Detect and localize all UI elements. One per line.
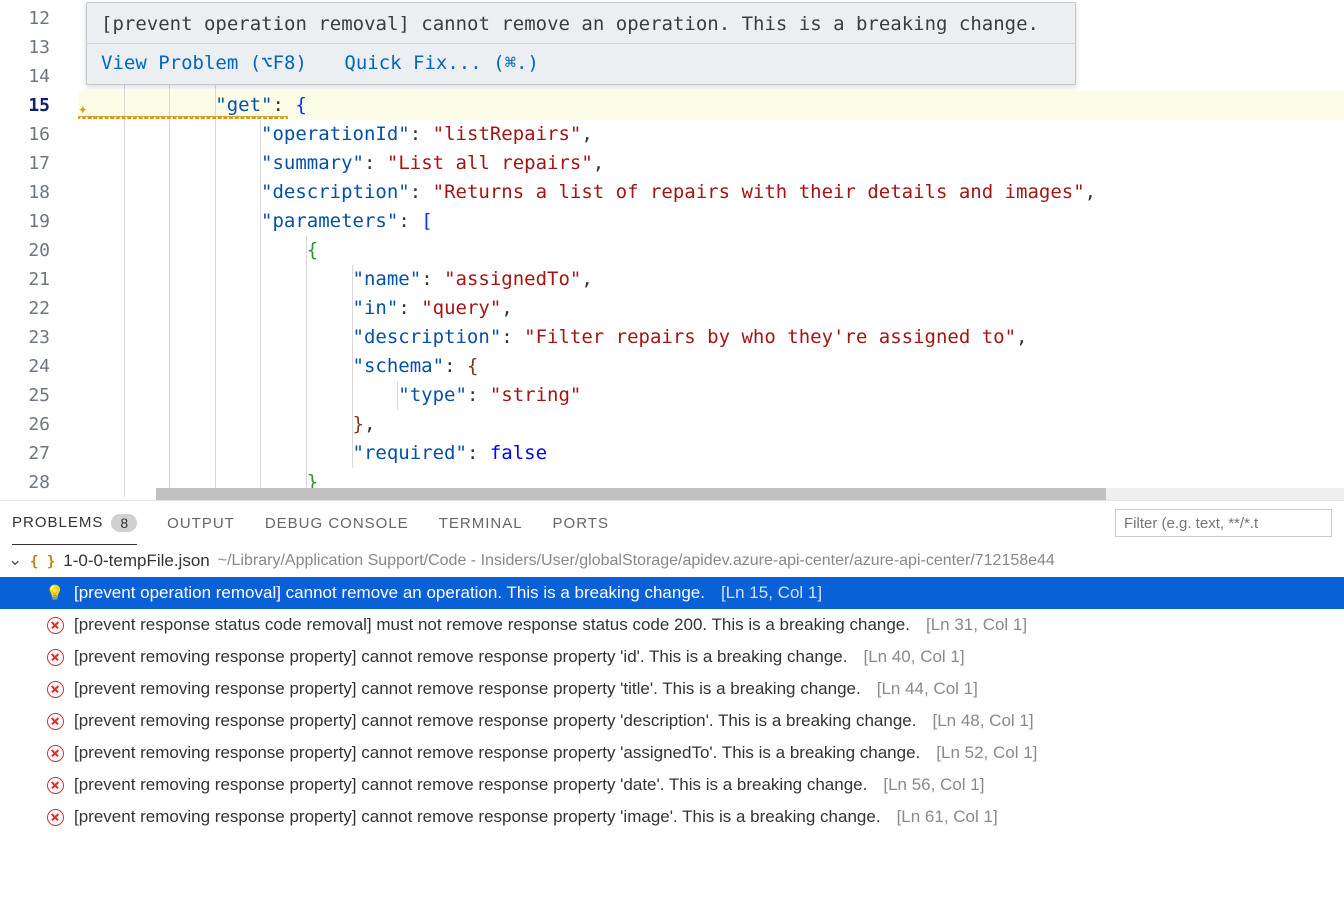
line-number: 14 <box>0 62 50 91</box>
error-icon <box>47 681 64 698</box>
line-number: 25 <box>0 381 50 410</box>
problems-file-path: ~/Library/Application Support/Code - Ins… <box>218 552 1055 570</box>
problem-message: [prevent removing response property] can… <box>74 679 861 699</box>
problems-filter-input[interactable] <box>1115 509 1332 537</box>
code-line[interactable]: "type": "string" <box>78 381 1344 410</box>
code-line[interactable]: "parameters": [ <box>78 207 1344 236</box>
line-number: 19 <box>0 207 50 236</box>
tab-problems[interactable]: PROBLEMS 8 <box>12 501 137 545</box>
json-file-icon <box>30 553 55 570</box>
code-line[interactable]: "description": "Filter repairs by who th… <box>78 323 1344 352</box>
problems-list: ⌄ 1-0-0-tempFile.json ~/Library/Applicat… <box>0 545 1344 904</box>
tooltip-message: [prevent operation removal] cannot remov… <box>87 3 1075 43</box>
problem-message: [prevent removing response property] can… <box>74 807 881 827</box>
line-number: 28 <box>0 468 50 497</box>
problem-location: [Ln 40, Col 1] <box>863 647 964 667</box>
line-number: 20 <box>0 236 50 265</box>
error-icon <box>47 745 64 762</box>
line-number: 15 <box>0 91 50 120</box>
line-number: 17 <box>0 149 50 178</box>
error-icon <box>47 713 64 730</box>
problem-row[interactable]: [prevent removing response property] can… <box>0 673 1344 705</box>
problem-location: [Ln 31, Col 1] <box>926 615 1027 635</box>
problem-location: [Ln 48, Col 1] <box>932 711 1033 731</box>
problem-message: [prevent removing response property] can… <box>74 775 867 795</box>
problem-message: [prevent removing response property] can… <box>74 743 920 763</box>
line-number: 13 <box>0 33 50 62</box>
code-line[interactable]: "name": "assignedTo", <box>78 265 1344 294</box>
code-line[interactable]: "description": "Returns a list of repair… <box>78 178 1344 207</box>
warning-squiggle <box>78 116 288 119</box>
problem-message: [prevent removing response property] can… <box>74 647 847 667</box>
code-line[interactable]: ✦ "get": { <box>78 91 1344 120</box>
scrollbar-thumb[interactable] <box>156 488 1106 500</box>
problem-location: [Ln 61, Col 1] <box>897 807 998 827</box>
problem-message: [prevent operation removal] cannot remov… <box>74 583 705 603</box>
problem-location: [Ln 56, Col 1] <box>883 775 984 795</box>
chevron-down-icon: ⌄ <box>8 550 22 570</box>
problem-location: [Ln 44, Col 1] <box>877 679 978 699</box>
problem-row[interactable]: [prevent removing response property] can… <box>0 737 1344 769</box>
problems-file-name: 1-0-0-tempFile.json <box>63 551 209 571</box>
error-icon <box>47 617 64 634</box>
error-icon <box>47 809 64 826</box>
problem-row[interactable]: [prevent response status code removal] m… <box>0 609 1344 641</box>
tooltip-actions: View Problem (⌥F8) Quick Fix... (⌘.) <box>87 43 1075 84</box>
tab-ports[interactable]: PORTS <box>553 501 609 545</box>
problem-row[interactable]: [prevent removing response property] can… <box>0 801 1344 833</box>
error-icon <box>47 777 64 794</box>
problem-location: [Ln 52, Col 1] <box>936 743 1037 763</box>
bottom-panel: PROBLEMS 8 OUTPUT DEBUG CONSOLE TERMINAL… <box>0 500 1344 904</box>
problems-file-row[interactable]: ⌄ 1-0-0-tempFile.json ~/Library/Applicat… <box>0 545 1344 577</box>
code-line[interactable]: "summary": "List all repairs", <box>78 149 1344 178</box>
code-line[interactable]: "in": "query", <box>78 294 1344 323</box>
problem-row[interactable]: 💡 [prevent operation removal] cannot remo… <box>0 577 1344 609</box>
panel-tabs: PROBLEMS 8 OUTPUT DEBUG CONSOLE TERMINAL… <box>0 501 1344 545</box>
error-icon <box>47 649 64 666</box>
quick-fix-link[interactable]: Quick Fix... (⌘.) <box>344 52 539 74</box>
line-number: 16 <box>0 120 50 149</box>
line-number: 12 <box>0 4 50 33</box>
code-line[interactable]: "schema": { <box>78 352 1344 381</box>
line-number: 22 <box>0 294 50 323</box>
view-problem-link[interactable]: View Problem (⌥F8) <box>101 52 307 74</box>
tab-debug-console[interactable]: DEBUG CONSOLE <box>265 501 409 545</box>
hover-tooltip: [prevent operation removal] cannot remov… <box>86 2 1076 85</box>
tab-terminal[interactable]: TERMINAL <box>439 501 523 545</box>
horizontal-scrollbar[interactable] <box>156 488 1344 500</box>
line-number: 27 <box>0 439 50 468</box>
editor-area: [prevent operation removal] cannot remov… <box>0 0 1344 500</box>
line-number: 23 <box>0 323 50 352</box>
code-line[interactable]: "operationId": "listRepairs", <box>78 120 1344 149</box>
line-number: 21 <box>0 265 50 294</box>
line-number: 18 <box>0 178 50 207</box>
lightbulb-icon: 💡 <box>46 584 65 602</box>
code-line[interactable]: { <box>78 236 1344 265</box>
problem-row[interactable]: [prevent removing response property] can… <box>0 641 1344 673</box>
problem-row[interactable]: [prevent removing response property] can… <box>0 769 1344 801</box>
line-number-gutter: 1213141516171819202122232425262728 <box>0 0 78 500</box>
line-number: 26 <box>0 410 50 439</box>
problems-count-badge: 8 <box>111 514 137 532</box>
line-number: 24 <box>0 352 50 381</box>
problem-location: [Ln 15, Col 1] <box>721 583 822 603</box>
code-line[interactable]: }, <box>78 410 1344 439</box>
code-line[interactable]: "required": false <box>78 439 1344 468</box>
problem-row[interactable]: [prevent removing response property] can… <box>0 705 1344 737</box>
tab-output[interactable]: OUTPUT <box>167 501 235 545</box>
problem-message: [prevent removing response property] can… <box>74 711 916 731</box>
problem-message: [prevent response status code removal] m… <box>74 615 910 635</box>
